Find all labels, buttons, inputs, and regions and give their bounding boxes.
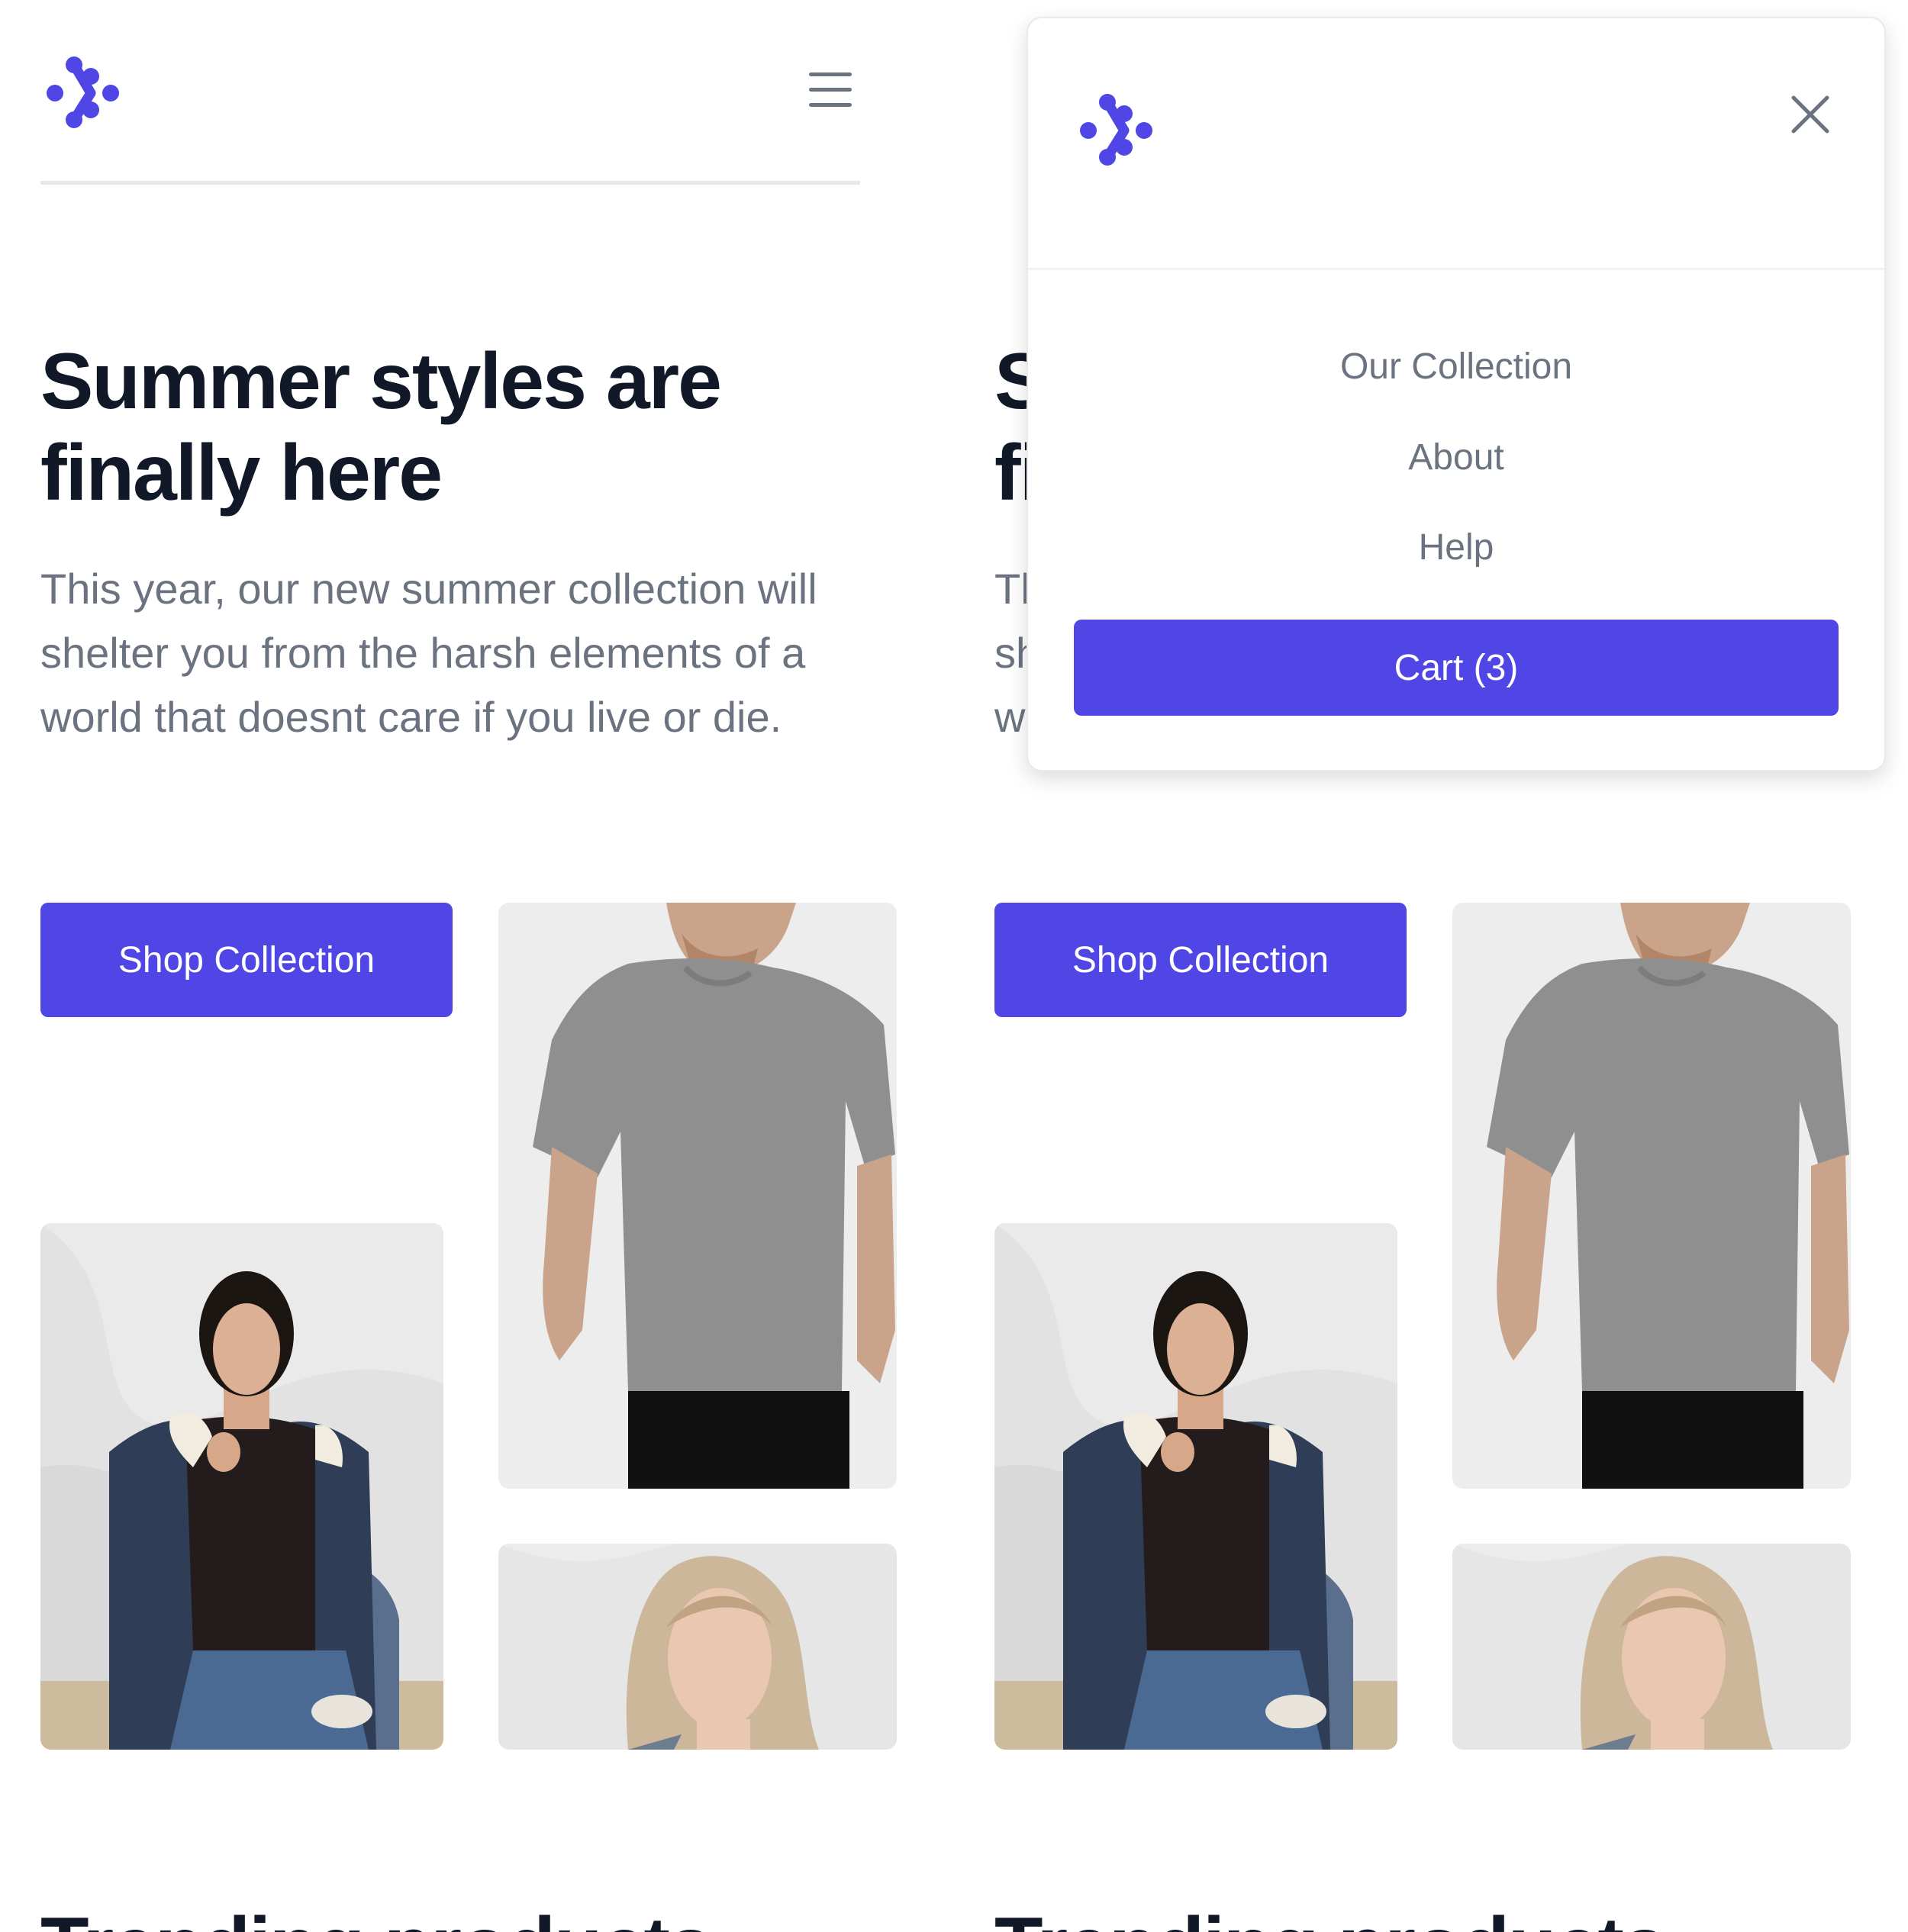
menu-item-about[interactable]: About bbox=[1028, 435, 1884, 481]
hero-text: This year, our new summer collection wil… bbox=[40, 565, 817, 741]
trending-products-title: Trending products bbox=[40, 1900, 713, 1932]
menu-item-our-collection[interactable]: Our Collection bbox=[1028, 344, 1884, 390]
photo-man-tshirt bbox=[498, 903, 897, 1489]
hamburger-menu-icon[interactable] bbox=[809, 72, 852, 108]
photo-woman-blonde bbox=[498, 1544, 897, 1750]
close-icon[interactable] bbox=[1789, 93, 1832, 136]
photo-woman-blonde bbox=[1452, 1544, 1851, 1750]
shop-collection-button[interactable]: Shop Collection bbox=[994, 903, 1407, 1017]
brand-logo[interactable] bbox=[1074, 91, 1153, 167]
dots-logo-icon bbox=[1074, 91, 1153, 167]
cart-button[interactable]: Cart (3) bbox=[1074, 620, 1839, 716]
photo-woman-jacket bbox=[994, 1223, 1397, 1750]
header-divider bbox=[40, 181, 860, 185]
menu-divider bbox=[1028, 268, 1884, 270]
mobile-view-closed: Summer styles are finally here This year… bbox=[0, 0, 954, 1932]
menu-item-help[interactable]: Help bbox=[1028, 525, 1884, 571]
brand-logo[interactable] bbox=[40, 53, 120, 130]
mobile-menu-dropdown: Our Collection About Help Cart (3) bbox=[1027, 17, 1886, 771]
photo-man-tshirt bbox=[1452, 903, 1851, 1489]
dots-logo-icon bbox=[40, 53, 120, 130]
hero-title: Summer styles are finally here bbox=[40, 337, 722, 517]
shop-collection-button[interactable]: Shop Collection bbox=[40, 903, 453, 1017]
photo-woman-jacket bbox=[40, 1223, 443, 1750]
trending-products-title: Trending products bbox=[994, 1900, 1667, 1932]
